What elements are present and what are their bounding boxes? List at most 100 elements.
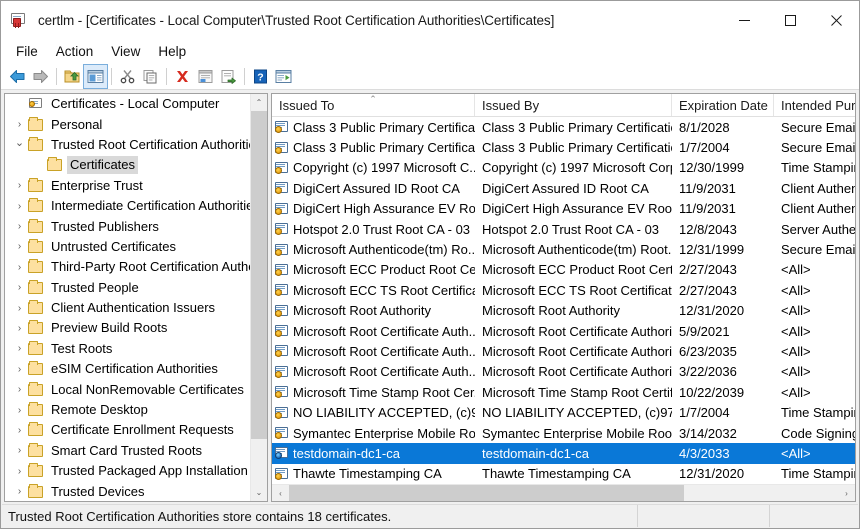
- chevron-right-icon[interactable]: ›: [11, 119, 28, 130]
- show-hide-console-tree-icon[interactable]: [83, 64, 108, 89]
- minimize-button[interactable]: [721, 1, 767, 39]
- table-row[interactable]: Microsoft ECC Product Root Ce... Microsof…: [272, 260, 855, 280]
- certificate-list-pane: ⌃ Issued To Issued By Expiration Date Intend…: [271, 93, 856, 502]
- scroll-left-button[interactable]: ‹: [272, 485, 289, 501]
- cell-text: Code Signing: [781, 425, 855, 441]
- column-header-intended-purp[interactable]: Intended Purp: [774, 94, 855, 116]
- up-one-level-icon[interactable]: [61, 65, 84, 88]
- chevron-right-icon[interactable]: ›: [11, 303, 28, 314]
- column-header-issued-to[interactable]: ⌃ Issued To: [272, 94, 475, 116]
- chevron-right-icon[interactable]: ›: [11, 282, 28, 293]
- properties-icon[interactable]: [194, 65, 217, 88]
- scroll-up-button[interactable]: ⌃: [251, 94, 267, 111]
- tree-item-third-party-root-certification-authori[interactable]: › Third-Party Root Certification Authori: [5, 257, 250, 277]
- cell-text: Microsoft Root Certificate Auth...: [293, 343, 475, 359]
- tree-item-intermediate-certification-authorities[interactable]: › Intermediate Certification Authorities: [5, 196, 250, 216]
- table-row[interactable]: Copyright (c) 1997 Microsoft C... Copyrig…: [272, 158, 855, 178]
- copy-icon[interactable]: [139, 65, 162, 88]
- cut-icon[interactable]: [116, 65, 139, 88]
- table-row[interactable]: Class 3 Public Primary Certificat... Clas…: [272, 137, 855, 157]
- chevron-right-icon[interactable]: ›: [11, 486, 28, 497]
- tree-item-preview-build-roots[interactable]: › Preview Build Roots: [5, 318, 250, 338]
- scroll-right-button[interactable]: ›: [838, 485, 855, 501]
- tree-item-trusted-people[interactable]: › Trusted People: [5, 278, 250, 298]
- chevron-right-icon[interactable]: ›: [11, 221, 28, 232]
- table-row[interactable]: testdomain-dc1-ca testdomain-dc1-ca 4/3/20…: [272, 443, 855, 464]
- tree-item-trusted-packaged-app-installation-au[interactable]: › Trusted Packaged App Installation Au: [5, 461, 250, 481]
- table-row[interactable]: Thawte Timestamping CA Thawte Timestampin…: [272, 464, 855, 484]
- chevron-right-icon[interactable]: ›: [11, 262, 28, 273]
- tree-item-personal[interactable]: › Personal: [5, 114, 250, 134]
- forward-icon[interactable]: [29, 65, 52, 88]
- tree-item-untrusted-certificates[interactable]: › Untrusted Certificates: [5, 237, 250, 257]
- table-row[interactable]: Microsoft ECC TS Root Certifica... Micros…: [272, 280, 855, 300]
- tree-item-esim-certification-authorities[interactable]: › eSIM Certification Authorities: [5, 359, 250, 379]
- folder-icon: [47, 157, 63, 173]
- table-row[interactable]: Class 3 Public Primary Certificat... Clas…: [272, 117, 855, 137]
- tree-item-smart-card-trusted-roots[interactable]: › Smart Card Trusted Roots: [5, 441, 250, 461]
- export-list-icon[interactable]: [217, 65, 240, 88]
- chevron-right-icon[interactable]: ›: [11, 343, 28, 354]
- refresh-view-icon[interactable]: [272, 65, 295, 88]
- tree-item-trusted-root-certification-authorities[interactable]: ⌄ Trusted Root Certification Authorities: [5, 135, 250, 155]
- certificate-store-icon: [28, 96, 44, 112]
- cell-intended-purp: <All>: [774, 262, 855, 277]
- cell-text: 6/23/2035: [679, 343, 737, 359]
- table-row[interactable]: Hotspot 2.0 Trust Root CA - 03 Hotspot 2.…: [272, 219, 855, 239]
- table-row[interactable]: DigiCert High Assurance EV Ro... DigiCert…: [272, 199, 855, 219]
- menu-help[interactable]: Help: [149, 41, 195, 63]
- cell-text: <All>: [781, 343, 811, 359]
- chevron-right-icon[interactable]: ›: [11, 241, 28, 252]
- table-row[interactable]: Microsoft Root Authority Microsoft Root A…: [272, 301, 855, 321]
- tree-item-enterprise-trust[interactable]: › Enterprise Trust: [5, 176, 250, 196]
- tree-item-trusted-devices[interactable]: › Trusted Devices: [5, 481, 250, 501]
- menu-file[interactable]: File: [7, 41, 47, 63]
- maximize-button[interactable]: [767, 1, 813, 39]
- table-row[interactable]: Microsoft Time Stamp Root Cer... Microsof…: [272, 382, 855, 402]
- cell-issued-by: Microsoft ECC TS Root Certificate ...: [475, 283, 672, 298]
- chevron-right-icon[interactable]: ›: [11, 180, 28, 191]
- chevron-right-icon[interactable]: ›: [11, 384, 28, 395]
- scroll-down-button[interactable]: ⌄: [251, 484, 267, 501]
- tree-item-certificates-local-computer[interactable]: Certificates - Local Computer: [5, 94, 250, 114]
- scroll-track[interactable]: [251, 111, 267, 484]
- table-row[interactable]: Microsoft Authenticode(tm) Ro... Microsof…: [272, 239, 855, 259]
- tree-item-certificates[interactable]: Certificates: [5, 155, 250, 175]
- tree-item-trusted-publishers[interactable]: › Trusted Publishers: [5, 216, 250, 236]
- tree-item-client-authentication-issuers[interactable]: › Client Authentication Issuers: [5, 298, 250, 318]
- cell-issued-to: Microsoft Authenticode(tm) Ro...: [272, 242, 475, 258]
- tree-item-remote-desktop[interactable]: › Remote Desktop: [5, 400, 250, 420]
- delete-icon[interactable]: [171, 65, 194, 88]
- tree-item-test-roots[interactable]: › Test Roots: [5, 339, 250, 359]
- back-icon[interactable]: [6, 65, 29, 88]
- chevron-right-icon[interactable]: ›: [11, 323, 28, 334]
- chevron-right-icon[interactable]: ›: [11, 445, 28, 456]
- tree-vertical-scrollbar[interactable]: ⌃ ⌄: [250, 94, 267, 501]
- close-button[interactable]: [813, 1, 859, 39]
- menu-action[interactable]: Action: [47, 41, 103, 63]
- chevron-right-icon[interactable]: ›: [11, 405, 28, 416]
- chevron-right-icon[interactable]: ›: [11, 201, 28, 212]
- tree-item-local-nonremovable-certificates[interactable]: › Local NonRemovable Certificates: [5, 379, 250, 399]
- column-header-issued-by[interactable]: Issued By: [475, 94, 672, 116]
- column-header-expiration-date[interactable]: Expiration Date: [672, 94, 774, 116]
- chevron-right-icon[interactable]: ›: [11, 364, 28, 375]
- help-icon[interactable]: ?: [249, 65, 272, 88]
- tree-item-certificate-enrollment-requests[interactable]: › Certificate Enrollment Requests: [5, 420, 250, 440]
- hscroll-track[interactable]: [289, 485, 838, 501]
- chevron-right-icon[interactable]: ›: [11, 466, 28, 477]
- table-row[interactable]: Microsoft Root Certificate Auth... Micros…: [272, 341, 855, 361]
- table-row[interactable]: Symantec Enterprise Mobile Ro... Symantec…: [272, 423, 855, 443]
- table-row[interactable]: Microsoft Root Certificate Auth... Micros…: [272, 362, 855, 382]
- chevron-down-icon[interactable]: ⌄: [11, 136, 28, 153]
- menu-view[interactable]: View: [102, 41, 149, 63]
- chevron-right-icon[interactable]: ›: [11, 425, 28, 436]
- cell-intended-purp: <All>: [774, 344, 855, 359]
- list-horizontal-scrollbar[interactable]: ‹ ›: [272, 484, 855, 501]
- scroll-thumb[interactable]: [251, 111, 267, 440]
- certificate-icon: [274, 262, 290, 278]
- hscroll-thumb[interactable]: [289, 485, 685, 501]
- table-row[interactable]: NO LIABILITY ACCEPTED, (c)97 ... NO LIABI…: [272, 402, 855, 422]
- table-row[interactable]: Microsoft Root Certificate Auth... Micros…: [272, 321, 855, 341]
- table-row[interactable]: DigiCert Assured ID Root CA DigiCert Assu…: [272, 178, 855, 198]
